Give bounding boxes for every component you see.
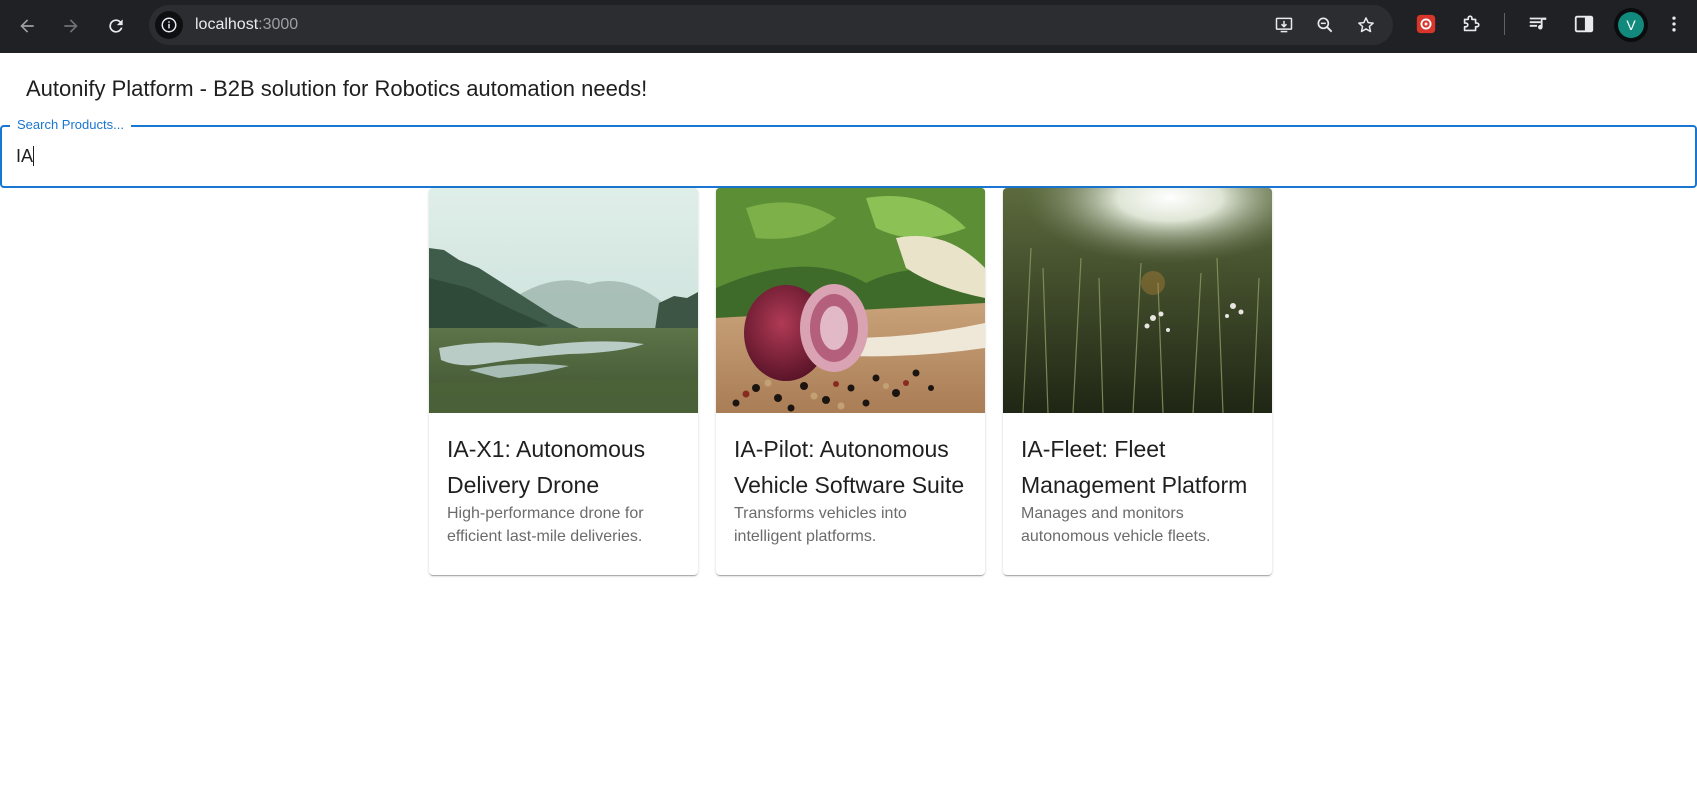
product-image-meadow bbox=[1003, 188, 1272, 413]
arrow-left-icon bbox=[20, 19, 34, 33]
reload-icon bbox=[109, 19, 123, 33]
forward-button[interactable] bbox=[54, 9, 88, 43]
site-info-button[interactable] bbox=[155, 11, 183, 39]
product-title: IA-X1: Autonomous Delivery Drone bbox=[447, 436, 646, 498]
product-card[interactable]: IA-Fleet: Fleet Management Platform Mana… bbox=[1003, 188, 1272, 575]
kebab-menu-icon bbox=[1672, 16, 1676, 32]
browser-toolbar: localhost:3000 V bbox=[0, 0, 1697, 53]
product-description: High-performance drone for efficient las… bbox=[447, 505, 644, 545]
install-app-icon bbox=[1275, 17, 1293, 33]
product-title: IA-Fleet: Fleet Management Platform bbox=[1021, 436, 1248, 498]
product-card[interactable]: IA-Pilot: Autonomous Vehicle Software Su… bbox=[716, 188, 985, 575]
avatar: V bbox=[1618, 12, 1644, 38]
url-port: :3000 bbox=[258, 16, 299, 33]
search-input[interactable] bbox=[16, 139, 1676, 173]
address-bar[interactable]: localhost:3000 bbox=[149, 5, 1393, 45]
product-description: Transforms vehicles into intelligent pla… bbox=[734, 505, 907, 545]
extension-red-icon bbox=[1416, 14, 1436, 34]
extensions-button[interactable] bbox=[1458, 11, 1484, 37]
product-grid: IA-X1: Autonomous Delivery Drone High-pe… bbox=[429, 188, 1273, 576]
url-text: localhost:3000 bbox=[195, 16, 298, 34]
puzzle-icon bbox=[1463, 15, 1480, 32]
url-host: localhost bbox=[195, 16, 259, 33]
toolbar-divider bbox=[1504, 13, 1505, 35]
side-panel-button[interactable] bbox=[1571, 11, 1597, 37]
product-image-onion bbox=[716, 188, 985, 413]
product-title: IA-Pilot: Autonomous Vehicle Software Su… bbox=[734, 436, 965, 498]
star-icon bbox=[1358, 17, 1374, 33]
media-button[interactable] bbox=[1525, 11, 1551, 37]
info-icon bbox=[161, 17, 177, 33]
install-app-button[interactable] bbox=[1272, 13, 1296, 37]
profile-button[interactable]: V bbox=[1614, 8, 1648, 42]
extension-button-1[interactable] bbox=[1413, 11, 1439, 37]
back-button[interactable] bbox=[10, 9, 44, 43]
search-field[interactable]: Search Products... bbox=[0, 117, 1697, 188]
side-panel-icon bbox=[1574, 15, 1594, 33]
browser-menu-button[interactable] bbox=[1664, 11, 1684, 37]
product-description: Manages and monitors autonomous vehicle … bbox=[1021, 505, 1211, 545]
product-card[interactable]: IA-X1: Autonomous Delivery Drone High-pe… bbox=[429, 188, 698, 575]
zoom-button[interactable] bbox=[1313, 13, 1337, 37]
media-queue-icon bbox=[1529, 17, 1547, 30]
reload-button[interactable] bbox=[99, 9, 133, 43]
product-image-landscape bbox=[429, 188, 698, 413]
arrow-right-icon bbox=[64, 19, 78, 33]
text-caret bbox=[33, 146, 34, 166]
search-label: Search Products... bbox=[10, 117, 131, 132]
zoom-out-icon bbox=[1317, 17, 1333, 33]
page-title: Autonify Platform - B2B solution for Rob… bbox=[26, 76, 648, 101]
bookmark-button[interactable] bbox=[1354, 13, 1378, 37]
